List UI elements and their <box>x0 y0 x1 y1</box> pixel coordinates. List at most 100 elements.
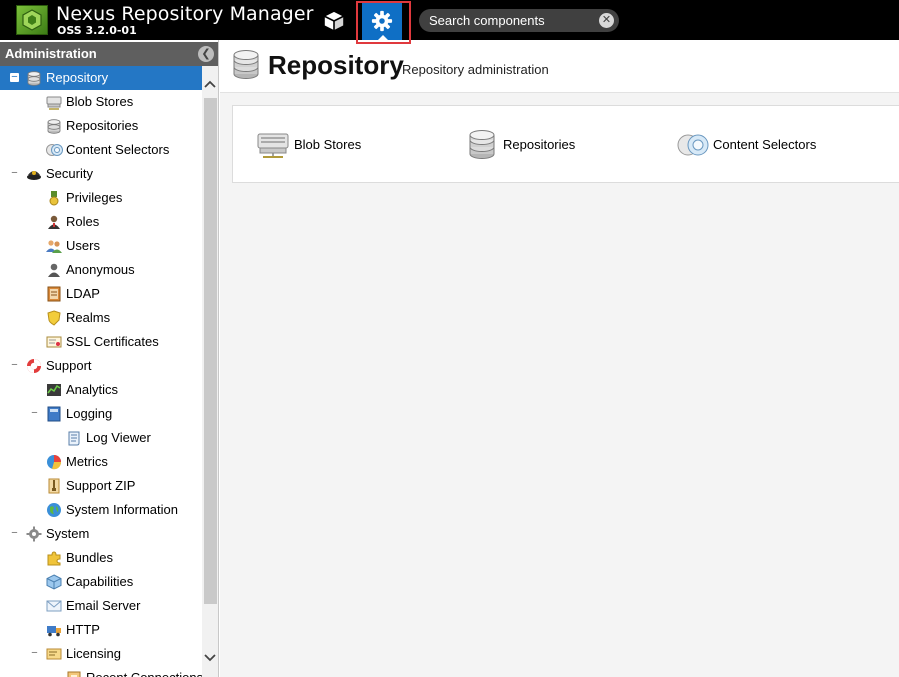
puzzle-icon <box>46 550 62 566</box>
sidebar-item-label: Blob Stores <box>66 94 134 109</box>
sidebar-item-ssl-certificates[interactable]: SSL Certificates <box>0 330 202 354</box>
search-box[interactable]: ✕ <box>419 9 619 32</box>
collapse-toggle-icon[interactable]: − <box>10 72 19 83</box>
sidebar-item-metrics[interactable]: Metrics <box>0 450 202 474</box>
sidebar-item-repository[interactable]: − Repository <box>0 66 202 90</box>
feature-repositories[interactable]: Repositories <box>469 130 609 160</box>
sidebar-header: Administration ❮ <box>0 42 218 66</box>
sidebar-item-label: Realms <box>66 310 111 325</box>
sidebar-item-support-zip[interactable]: Support ZIP <box>0 474 202 498</box>
feature-blob-stores[interactable]: Blob Stores <box>257 130 397 160</box>
sidebar-item-licensing[interactable]: − Licensing <box>0 642 202 666</box>
sidebar-item-capabilities[interactable]: Capabilities <box>0 570 202 594</box>
sidebar-item-label: LDAP <box>66 286 100 301</box>
sidebar-scrollbar[interactable] <box>202 66 218 677</box>
page-subtitle: Repository administration <box>402 62 549 77</box>
scroll-down-icon[interactable] <box>202 652 218 668</box>
book-icon <box>46 406 62 422</box>
cube-icon <box>323 10 345 32</box>
scroll-up-icon[interactable] <box>202 78 218 94</box>
content-selector-icon <box>46 142 63 158</box>
collapse-toggle-icon[interactable]: − <box>10 168 19 179</box>
sidebar-item-ldap[interactable]: LDAP <box>0 282 202 306</box>
gear-icon <box>26 526 42 542</box>
sidebar-item-label: Anonymous <box>66 262 135 277</box>
scroll-icon <box>66 430 82 446</box>
sidebar-item-blob-stores[interactable]: Blob Stores <box>0 90 202 114</box>
pie-chart-icon <box>46 454 62 470</box>
globe-icon <box>46 502 62 518</box>
anonymous-user-icon <box>46 262 62 278</box>
content-selector-icon <box>676 130 710 171</box>
sidebar-item-recent-connections[interactable]: Recent Connections <box>0 666 202 677</box>
sidebar-item-label: SSL Certificates <box>66 334 159 349</box>
sidebar-item-label: Analytics <box>66 382 119 397</box>
feature-label: Blob Stores <box>294 137 362 152</box>
sidebar-item-privileges[interactable]: Privileges <box>0 186 202 210</box>
sidebar-item-label: Bundles <box>66 550 113 565</box>
sidebar-item-security[interactable]: − Security <box>0 162 202 186</box>
feature-label: Content Selectors <box>713 137 817 152</box>
sidebar-item-logging[interactable]: − Logging <box>0 402 202 426</box>
sidebar-item-realms[interactable]: Realms <box>0 306 202 330</box>
feature-content-selectors[interactable]: Content Selectors <box>676 130 856 160</box>
top-header: Nexus Repository Manager OSS 3.2.0-01 Se… <box>0 0 899 44</box>
zip-icon <box>46 478 62 494</box>
collapse-toggle-icon[interactable]: − <box>30 408 39 419</box>
sidebar-item-repositories[interactable]: Repositories <box>0 114 202 138</box>
sidebar-item-support[interactable]: − Support <box>0 354 202 378</box>
sidebar-item-label: Support <box>46 358 92 373</box>
sidebar-item-label: Email Server <box>66 598 141 613</box>
address-book-icon <box>46 286 62 302</box>
box-icon <box>46 574 62 590</box>
sidebar-title: Administration <box>5 46 97 61</box>
sidebar-item-roles[interactable]: Roles <box>0 210 202 234</box>
police-hat-icon <box>26 166 42 182</box>
sidebar-item-http[interactable]: HTTP <box>0 618 202 642</box>
sidebar-item-analytics[interactable]: Analytics <box>0 378 202 402</box>
truck-icon <box>46 622 62 638</box>
browse-mode-button[interactable] <box>316 4 352 38</box>
collapse-sidebar-icon[interactable]: ❮ <box>198 46 214 62</box>
sidebar-item-label: Licensing <box>66 646 121 661</box>
sidebar-item-label: Users <box>66 238 100 253</box>
sidebar-item-users[interactable]: Users <box>0 234 202 258</box>
sidebar-item-email-server[interactable]: Email Server <box>0 594 202 618</box>
blob-store-icon <box>46 94 62 110</box>
search-input[interactable] <box>419 9 604 32</box>
sidebar-item-log-viewer[interactable]: Log Viewer <box>0 426 202 450</box>
license-icon <box>46 646 62 662</box>
analytics-icon <box>46 382 62 398</box>
sidebar-item-label: System Information <box>66 502 178 517</box>
users-icon <box>46 238 62 254</box>
sidebar-item-content-selectors[interactable]: Content Selectors <box>0 138 202 162</box>
sidebar-item-label: Content Selectors <box>66 142 170 157</box>
feature-label: Repositories <box>503 137 576 152</box>
sidebar-item-label: Log Viewer <box>86 430 151 445</box>
sidebar-item-label: Privileges <box>66 190 123 205</box>
admin-sidebar: Administration ❮ − Repository Blob Stores R… <box>0 40 219 677</box>
collapse-toggle-icon[interactable]: − <box>30 648 39 659</box>
shield-icon <box>46 310 62 326</box>
collapse-toggle-icon[interactable]: − <box>10 528 19 539</box>
medal-icon <box>46 190 62 206</box>
admin-highlight-box <box>356 1 411 44</box>
sidebar-item-bundles[interactable]: Bundles <box>0 546 202 570</box>
sidebar-item-system-information[interactable]: System Information <box>0 498 202 522</box>
scrollbar-thumb[interactable] <box>204 98 217 604</box>
content-area: Blob Stores Repositories Content Selecto… <box>220 93 899 677</box>
lifebuoy-icon <box>26 358 42 374</box>
clear-search-icon[interactable]: ✕ <box>599 13 614 28</box>
sidebar-item-anonymous[interactable]: Anonymous <box>0 258 202 282</box>
repository-title-icon <box>233 50 259 85</box>
collapse-toggle-icon[interactable]: − <box>10 360 19 371</box>
nexus-logo-icon <box>16 5 48 35</box>
envelope-icon <box>46 598 62 614</box>
sidebar-item-label: Security <box>46 166 93 181</box>
sidebar-item-label: Capabilities <box>66 574 134 589</box>
page-header: Repository Repository administration <box>220 40 899 93</box>
sidebar-item-system[interactable]: − System <box>0 522 202 546</box>
sidebar-item-label: System <box>46 526 90 541</box>
sidebar-item-label: Repositories <box>66 118 139 133</box>
certificate-icon <box>46 334 62 350</box>
